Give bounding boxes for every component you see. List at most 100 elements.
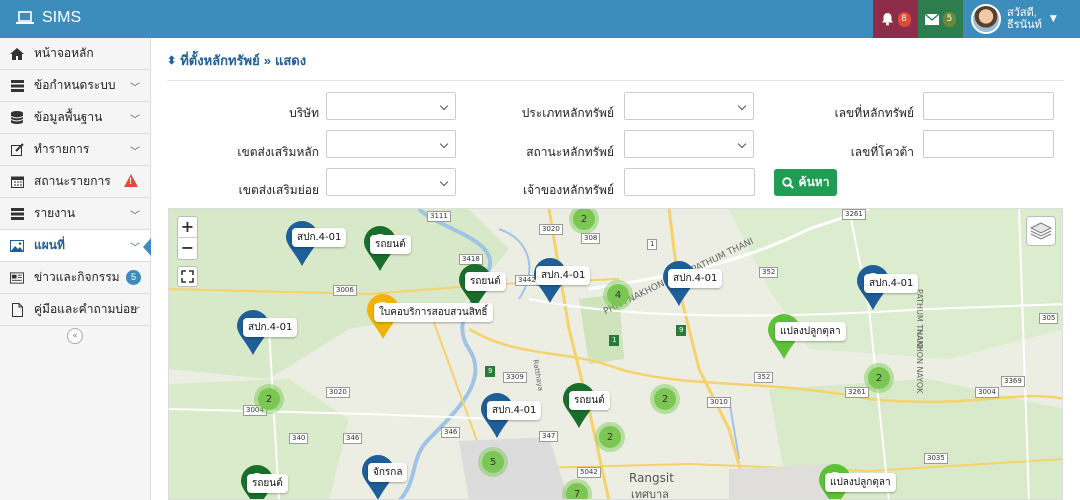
search-button[interactable]: ค้นหา bbox=[774, 169, 837, 196]
image-icon bbox=[10, 239, 24, 253]
active-indicator bbox=[143, 238, 151, 256]
marker-label: สปก.4-01 bbox=[292, 228, 347, 247]
cluster-count: 4 bbox=[607, 284, 629, 306]
sidebar-item-master-data[interactable]: ข้อมูลพื้นฐาน ﹀ bbox=[0, 102, 150, 134]
road-shield: 9 bbox=[676, 325, 687, 336]
road-shield: 3010 bbox=[707, 397, 731, 408]
sidebar-item-map[interactable]: แผนที่ ﹀ bbox=[0, 230, 151, 262]
map-cluster[interactable]: 2 bbox=[650, 384, 680, 414]
marker-label: รถยนต์ bbox=[465, 272, 506, 291]
road-shield: 3035 bbox=[924, 453, 948, 464]
sidebar-item-label: สถานะรายการ bbox=[34, 174, 111, 188]
marker-label: สปก.4-01 bbox=[668, 269, 723, 288]
sub-zone-select[interactable] bbox=[326, 168, 456, 196]
sidebar-item-system-config[interactable]: ข้อกำหนดระบบ ﹀ bbox=[0, 70, 150, 102]
cluster-count: 2 bbox=[654, 388, 676, 410]
server-icon bbox=[10, 207, 24, 221]
sidebar-item-status[interactable]: สถานะรายการ ! bbox=[0, 166, 150, 198]
user-greeting: สวัสดี, bbox=[1007, 7, 1037, 19]
zoom-out-button[interactable]: − bbox=[178, 238, 197, 259]
messages-count: 5 bbox=[943, 11, 956, 27]
map-cluster[interactable]: 2 bbox=[864, 363, 894, 393]
map-place-label: เทศบาล bbox=[631, 488, 669, 500]
fullscreen-button[interactable] bbox=[177, 266, 198, 287]
news-count-badge: 5 bbox=[126, 270, 141, 285]
road-shield: 1 bbox=[647, 239, 658, 250]
cluster-count: 2 bbox=[599, 426, 621, 448]
road-shield: 340 bbox=[289, 433, 309, 444]
sub-zone-label: เขตส่งเสริมย่อย bbox=[238, 183, 319, 197]
road-shield: 3020 bbox=[326, 387, 350, 398]
sidebar-item-home[interactable]: หน้าจอหลัก bbox=[0, 38, 150, 70]
notifications-count: 8 bbox=[897, 11, 911, 27]
divider bbox=[167, 80, 1064, 81]
map-cluster[interactable]: 2 bbox=[254, 384, 284, 414]
notifications-button[interactable]: 8 bbox=[873, 0, 918, 38]
asset-map[interactable]: PHRA NAKHON PATHUM THANI Rangsit เทศบาล … bbox=[168, 208, 1063, 500]
layers-button[interactable] bbox=[1026, 216, 1056, 246]
cluster-count: 2 bbox=[573, 209, 595, 230]
breadcrumb-separator: » bbox=[263, 53, 271, 68]
top-navbar: SIMS 8 5 สวัสดี, ธีรนันท์ ▼ bbox=[0, 0, 1080, 38]
sidebar-item-reports[interactable]: รายงาน ﹀ bbox=[0, 198, 150, 230]
bell-icon bbox=[881, 13, 893, 26]
layers-icon bbox=[1030, 222, 1052, 240]
sidebar-item-manual-faq[interactable]: คู่มือและคำถามบ่อย ﹀ bbox=[0, 294, 150, 326]
asset-no-input[interactable] bbox=[923, 92, 1054, 120]
sidebar-item-label: ทำรายการ bbox=[34, 142, 90, 156]
asset-type-select[interactable] bbox=[624, 92, 754, 120]
fullscreen-icon bbox=[181, 270, 194, 283]
map-cluster[interactable]: 4 bbox=[603, 280, 633, 310]
owner-input[interactable] bbox=[624, 168, 755, 196]
chevron-down-icon: ﹀ bbox=[130, 211, 140, 222]
sidebar-item-news[interactable]: ข่าวและกิจกรรม 5 bbox=[0, 262, 150, 294]
user-name: สวัสดี, ธีรนันท์ bbox=[1007, 7, 1042, 31]
main-zone-select[interactable] bbox=[326, 130, 456, 158]
sidebar-item-label: ข่าวและกิจกรรม bbox=[34, 270, 120, 284]
road-shield: 308 bbox=[581, 233, 601, 244]
file-icon bbox=[10, 302, 24, 317]
home-icon bbox=[10, 47, 24, 61]
messages-button[interactable]: 5 bbox=[918, 0, 963, 38]
marker-label: ใบคอบริการสอบสวนสิทธิ์ bbox=[374, 303, 493, 322]
quota-no-input[interactable] bbox=[923, 130, 1054, 158]
map-cluster[interactable]: 5 bbox=[478, 447, 508, 477]
marker-label: รถยนต์ bbox=[247, 474, 288, 493]
chevron-down-icon: ﹀ bbox=[130, 147, 140, 158]
cluster-count: 7 bbox=[566, 483, 588, 499]
user-menu[interactable]: สวัสดี, ธีรนันท์ ▼ bbox=[964, 0, 1080, 38]
road-shield: 3004 bbox=[975, 387, 999, 398]
road-shield: 3261 bbox=[842, 209, 866, 220]
sidebar-item-transactions[interactable]: ทำรายการ ﹀ bbox=[0, 134, 150, 166]
sidebar-item-label: ข้อกำหนดระบบ bbox=[34, 78, 116, 92]
collapse-sidebar-button[interactable]: « bbox=[67, 328, 83, 344]
cluster-count: 5 bbox=[482, 451, 504, 473]
chevron-down-icon: ﹀ bbox=[130, 243, 140, 254]
sidebar-item-label: แผนที่ bbox=[34, 238, 65, 252]
sidebar-item-label: รายงาน bbox=[34, 206, 76, 220]
edit-icon bbox=[10, 143, 24, 157]
marker-label: รถยนต์ bbox=[370, 235, 411, 254]
calendar-icon bbox=[10, 175, 24, 189]
app-brand[interactable]: SIMS bbox=[16, 9, 81, 27]
asset-status-select[interactable] bbox=[624, 130, 754, 158]
road-shield: 305 bbox=[1039, 313, 1059, 324]
road-shield: 346 bbox=[441, 427, 461, 438]
quota-no-label: เลขที่โควต้า bbox=[850, 145, 914, 159]
chevron-down-icon: ﹀ bbox=[130, 83, 140, 94]
search-button-label: ค้นหา bbox=[798, 175, 830, 189]
zoom-in-button[interactable]: + bbox=[178, 217, 197, 238]
laptop-icon bbox=[16, 11, 34, 24]
map-place-label: Rangsit bbox=[629, 471, 674, 485]
main-content: ⬍ ที่ตั้งหลักทรัพย์ » แสดง บริษัท ประเภท… bbox=[151, 38, 1080, 500]
chevron-down-icon: ﹀ bbox=[130, 307, 140, 318]
company-label: บริษัท bbox=[289, 106, 319, 120]
chevron-down-icon: ﹀ bbox=[130, 115, 140, 126]
asset-no-label: เลขที่หลักทรัพย์ bbox=[834, 106, 914, 120]
breadcrumb-section[interactable]: ที่ตั้งหลักทรัพย์ bbox=[180, 50, 260, 71]
company-select[interactable] bbox=[326, 92, 456, 120]
marker-label: จักรกล bbox=[368, 463, 408, 482]
caret-down-icon: ▼ bbox=[1049, 14, 1057, 24]
server-icon bbox=[10, 79, 24, 93]
map-cluster[interactable]: 2 bbox=[595, 422, 625, 452]
